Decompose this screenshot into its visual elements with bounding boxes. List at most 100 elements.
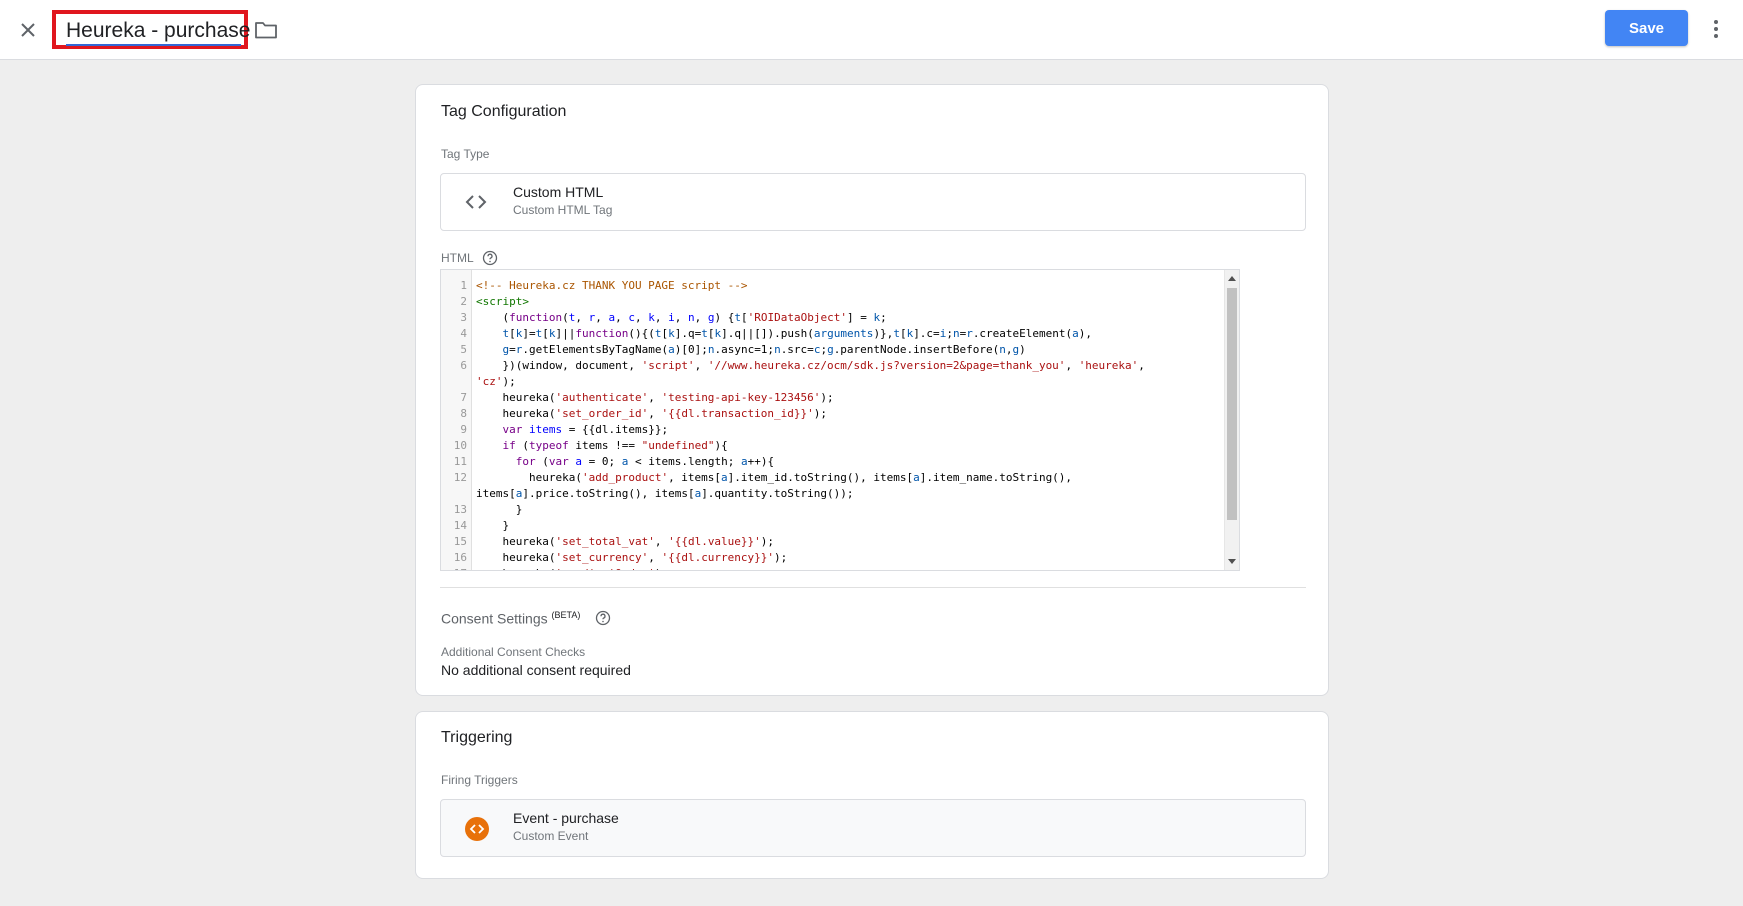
code-token: c [628,311,635,324]
line-number: 14 [453,519,467,532]
line-number: 13 [453,503,467,516]
code-line[interactable]: 13 } [441,503,1221,519]
code-token: 'add_product' [581,471,669,484]
code-token: <script> [476,295,529,308]
code-token: ); [813,407,828,420]
save-button[interactable]: Save [1605,10,1688,46]
code-line[interactable]: 7 heureka('authenticate', 'testing-api-k… [441,391,1221,407]
code-token: ].q||[]).push( [721,327,814,340]
scroll-up-arrow[interactable] [1228,276,1236,281]
scroll-down-arrow[interactable] [1228,559,1236,564]
code-line[interactable]: 8 heureka('set_order_id', '{{dl.transact… [441,407,1221,423]
code-line[interactable]: 15 heureka('set_total_vat', '{{dl.value}… [441,535,1221,551]
line-number: 6 [460,359,467,372]
code-token: ); [760,535,775,548]
code-line[interactable]: 2 <script> [441,295,1221,311]
code-line[interactable]: 12 heureka('add_product', items[a].item_… [441,471,1221,487]
code-text[interactable]: } [476,503,523,516]
consent-help-icon[interactable] [595,610,611,626]
code-token: , [674,311,688,324]
code-text[interactable]: if (typeof items !== "undefined"){ [476,439,728,452]
code-token: < items.length; [628,455,741,468]
tag-name-field[interactable]: Heureka - purchase [52,10,250,49]
code-token: a [721,471,728,484]
code-token: 'heureka' [1078,359,1139,372]
tag-name-text[interactable]: Heureka - purchase [66,19,250,43]
code-text[interactable]: heureka('set_total_vat', '{{dl.value}}')… [476,535,774,548]
code-line[interactable]: 11 for (var a = 0; a < items.length; a++… [441,455,1221,471]
code-line[interactable]: 4 t[k]=t[k]||function(){(t[k].q=t[k].q||… [441,327,1221,343]
code-text[interactable]: var items = {{dl.items}}; [476,423,669,436]
scroll-thumb[interactable] [1227,288,1237,520]
code-token: })(window, document, [476,359,642,372]
code-token: ( [476,311,510,324]
code-text[interactable]: items[a].price.toString(), items[a].quan… [476,487,854,500]
code-token: ; [946,327,953,340]
code-token: a [1072,327,1079,340]
code-token: items[ [476,487,516,500]
code-token: , [654,535,669,548]
html-code-editor[interactable]: 1 <!-- Heureka.cz THANK YOU PAGE script -… [440,269,1240,571]
code-token: (){( [628,327,655,340]
line-number: 16 [453,551,467,564]
code-line[interactable]: 10 if (typeof items !== "undefined"){ [441,439,1221,455]
code-token: '{{dl.transaction_id}}' [661,407,814,420]
code-line[interactable]: 3 (function(t, r, a, c, k, i, n, g) {t['… [441,311,1221,327]
code-token: , [694,311,708,324]
firing-trigger-item[interactable]: Event - purchase Custom Event [440,799,1306,857]
code-text[interactable]: g=r.getElementsByTagName(a)[0];n.async=1… [476,343,1026,356]
code-lines[interactable]: 1 <!-- Heureka.cz THANK YOU PAGE script -… [441,279,1221,570]
code-line[interactable]: 9 var items = {{dl.items}}; [441,423,1221,439]
code-token: .async=1; [714,343,775,356]
code-token: t [734,311,741,324]
code-text[interactable]: } [476,519,509,532]
code-token: function [509,311,563,324]
trigger-type: Custom Event [513,829,589,843]
code-text[interactable]: (function(t, r, a, c, k, i, n, g) {t['RO… [476,311,886,324]
code-line[interactable]: 17 heureka('send', 'Order'); [441,567,1221,570]
code-line[interactable]: 6 })(window, document, 'script', '//www.… [441,359,1221,375]
code-token: , [595,567,608,570]
code-token: ), [1078,327,1093,340]
code-text[interactable]: heureka('send', 'Order'); [476,567,668,570]
code-line[interactable]: 16 heureka('set_currency', '{{dl.currenc… [441,551,1221,567]
code-text[interactable]: t[k]=t[k]||function(){(t[k].q=t[k].q||[]… [476,327,1093,340]
code-text[interactable]: })(window, document, 'script', '//www.he… [476,359,1144,372]
folder-icon[interactable] [253,17,279,43]
line-number: 5 [460,343,467,356]
code-text[interactable]: 'cz'); [476,375,516,388]
additional-consent-value: No additional consent required [441,662,631,678]
code-token: } [476,519,510,532]
code-text[interactable]: for (var a = 0; a < items.length; a++){ [476,455,774,468]
code-text[interactable]: heureka('set_order_id', '{{dl.transactio… [476,407,827,420]
line-number: 10 [453,439,467,452]
code-token: ].quantity.toString()); [701,487,854,500]
editor-scrollbar[interactable] [1224,270,1239,570]
line-number: 9 [460,423,467,436]
html-help-icon[interactable] [482,250,498,266]
code-text[interactable]: heureka('add_product', items[a].item_id.… [476,471,1072,484]
close-icon[interactable] [14,16,42,44]
code-token: t [893,327,900,340]
code-line[interactable]: 'cz'); [441,375,1221,391]
code-token: , [575,311,589,324]
code-token: 'Order' [608,567,654,570]
code-token: t [701,327,708,340]
code-brackets-icon [465,192,487,217]
code-token: a [668,343,675,356]
code-token: n [999,343,1006,356]
code-text[interactable]: heureka('set_currency', '{{dl.currency}}… [476,551,787,564]
tag-configuration-title: Tag Configuration [441,103,567,120]
code-token: ].price.toString(), items[ [522,487,695,500]
more-options-icon[interactable] [1704,16,1728,42]
code-line[interactable]: 5 g=r.getElementsByTagName(a)[0];n.async… [441,343,1221,359]
code-text[interactable]: <!-- Heureka.cz THANK YOU PAGE script --… [476,279,748,292]
code-line[interactable]: 14 } [441,519,1221,535]
code-line[interactable]: 1 <!-- Heureka.cz THANK YOU PAGE script -… [441,279,1221,295]
triggering-title: Triggering [441,729,513,746]
code-line[interactable]: items[a].price.toString(), items[a].quan… [441,487,1221,503]
code-token: , [615,311,629,324]
tag-type-selector[interactable]: Custom HTML Custom HTML Tag [440,173,1306,231]
code-text[interactable]: <script> [476,295,529,308]
code-text[interactable]: heureka('authenticate', 'testing-api-key… [476,391,833,404]
